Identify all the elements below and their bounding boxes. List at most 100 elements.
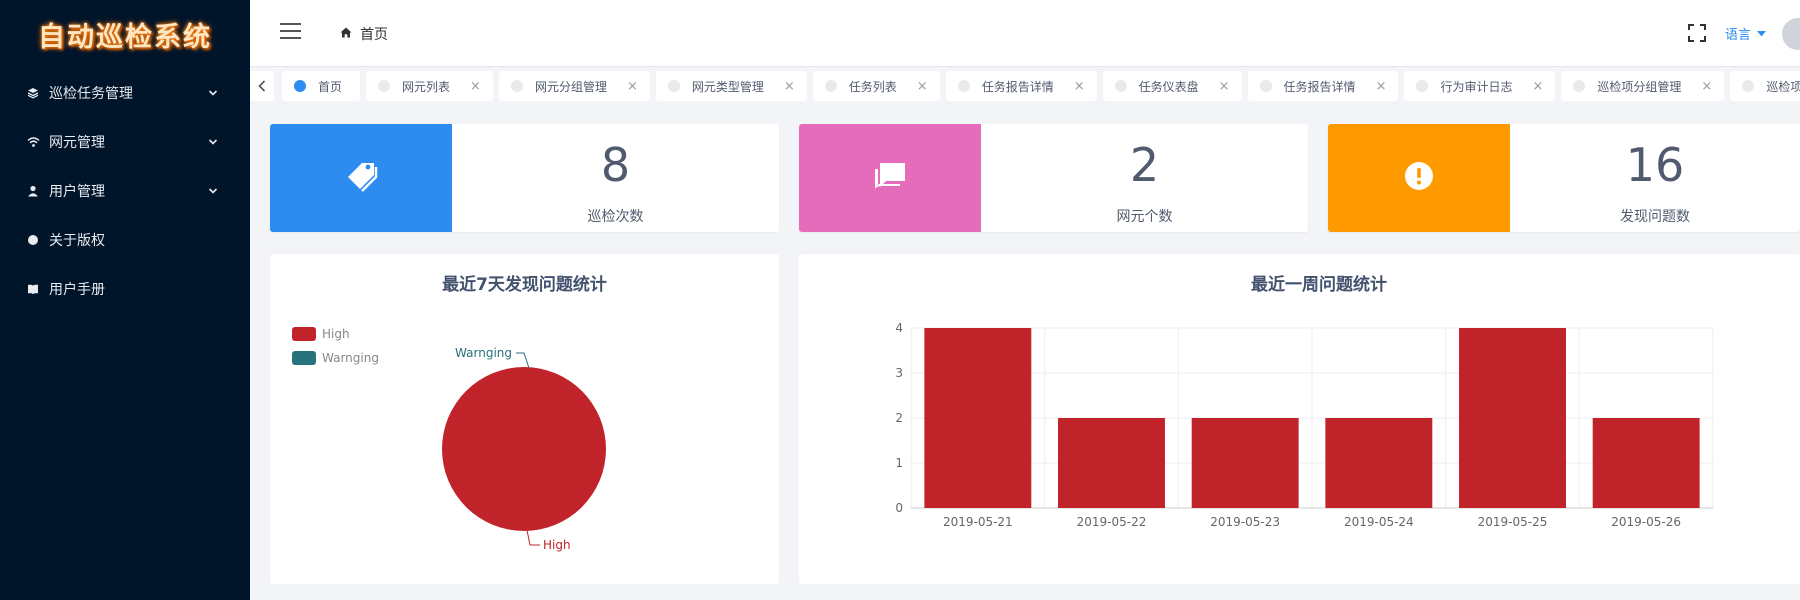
stat-value: 8 xyxy=(600,138,631,192)
x-tick-label: 2019-05-25 xyxy=(1478,515,1548,529)
tab-item[interactable]: 网元列表 × xyxy=(366,71,493,101)
wifi-icon xyxy=(26,135,40,149)
user-icon xyxy=(26,184,40,198)
tab-label: 任务报告详情 xyxy=(1283,79,1356,94)
close-icon[interactable]: × xyxy=(917,79,928,94)
layers-icon xyxy=(26,86,40,100)
tab-status-dot xyxy=(1573,80,1586,92)
stat-label: 巡检次数 xyxy=(587,209,644,225)
y-tick-label: 1 xyxy=(895,456,903,470)
close-icon[interactable]: × xyxy=(1376,79,1387,94)
stat-card-inspections: 8 巡检次数 xyxy=(270,124,779,232)
tab-status-dot xyxy=(667,80,680,92)
sidebar-item-copyright[interactable]: 关于版权 xyxy=(0,215,250,264)
stat-value: 16 xyxy=(1625,138,1685,192)
close-icon[interactable]: × xyxy=(627,79,638,94)
y-tick-label: 3 xyxy=(895,366,903,380)
chevron-down-icon xyxy=(208,86,218,102)
circle-icon xyxy=(26,233,40,247)
language-dropdown[interactable]: 语言 xyxy=(1725,24,1767,43)
close-icon[interactable]: × xyxy=(1701,79,1712,94)
y-tick-label: 4 xyxy=(895,321,903,335)
bar xyxy=(1191,418,1299,508)
close-icon[interactable]: × xyxy=(1532,79,1543,94)
tab-status-dot xyxy=(378,80,391,92)
y-tick-label: 0 xyxy=(895,501,903,515)
caret-down-icon xyxy=(1757,26,1767,41)
bar xyxy=(1058,418,1165,508)
tabs-scroll-left-button[interactable] xyxy=(250,71,274,101)
close-icon[interactable]: × xyxy=(470,79,481,94)
tab-status-dot xyxy=(957,80,970,92)
tab-item[interactable]: 任务仪表盘 × xyxy=(1102,71,1242,101)
tab-status-dot xyxy=(1416,80,1429,92)
book-icon xyxy=(26,282,40,296)
x-tick-label: 2019-05-24 xyxy=(1344,515,1414,529)
y-tick-label: 2 xyxy=(895,411,903,425)
bar xyxy=(924,328,1032,508)
stat-card-issues: 16 发现问题数 xyxy=(1328,124,1800,232)
bar-chart: 0 1 2 3 4 2019-05-21 2019-05-22 2019-05-23 2019-… xyxy=(895,321,1714,529)
close-icon[interactable]: × xyxy=(784,79,795,94)
tab-item[interactable]: 行为审计日志 × xyxy=(1404,71,1556,101)
tab-item[interactable]: 巡检项分组管理 × xyxy=(1561,71,1725,101)
sidebar-item-user-manual[interactable]: 用户手册 xyxy=(0,264,250,313)
tab-label: 巡检项分组管理 xyxy=(1597,79,1682,94)
tab-item[interactable]: 巡检项管理× xyxy=(1730,71,1800,101)
pie-label-line xyxy=(526,529,540,546)
tab-item[interactable]: 首页 xyxy=(282,71,361,101)
tab-status-dot xyxy=(294,80,306,92)
tab-item[interactable]: 任务报告详情 × xyxy=(1247,71,1399,101)
sidebar-item-label: 用户管理 xyxy=(49,183,105,200)
sidebar-item-inspection-tasks[interactable]: 巡检任务管理 xyxy=(0,68,250,117)
tab-item[interactable]: 任务报告详情 × xyxy=(945,71,1097,101)
fullscreen-icon[interactable] xyxy=(1688,24,1706,42)
sidebar-item-label: 用户手册 xyxy=(49,281,105,298)
pie-label: High xyxy=(543,538,571,552)
pie-label: Warnging xyxy=(455,346,512,360)
breadcrumb[interactable]: 首页 xyxy=(340,24,388,44)
x-tick-label: 2019-05-26 xyxy=(1611,515,1681,529)
x-tick-label: 2019-05-23 xyxy=(1210,515,1280,529)
home-icon xyxy=(340,26,352,42)
stat-value: 2 xyxy=(1129,138,1160,192)
bar xyxy=(1325,418,1433,508)
tabs-list: 首页 网元列表 × 网元分组管理 × 网元类型管理 × 任务列表 × 任务报告详情 × 任务仪表盘 × 任… xyxy=(282,71,1800,101)
sidebar-item-label: 网元管理 xyxy=(49,134,105,151)
tab-label: 首页 xyxy=(318,79,343,94)
breadcrumb-home-label: 首页 xyxy=(360,27,388,43)
stat-card-network-elements: 2 网元个数 xyxy=(799,124,1308,232)
chat-icon xyxy=(872,159,908,197)
tab-status-dot xyxy=(1742,80,1755,92)
alert-icon xyxy=(1404,161,1434,195)
tab-item[interactable]: 网元类型管理 × xyxy=(655,71,807,101)
close-icon[interactable]: × xyxy=(1219,79,1230,94)
tab-item[interactable]: 任务列表 × xyxy=(812,71,940,101)
menu-toggle-icon[interactable] xyxy=(280,23,301,39)
tab-label: 任务报告详情 xyxy=(981,79,1054,94)
sidebar-item-users[interactable]: 用户管理 xyxy=(0,166,250,215)
tab-label: 任务仪表盘 xyxy=(1138,79,1199,94)
tab-status-dot xyxy=(824,80,837,92)
close-icon[interactable]: × xyxy=(1074,79,1085,94)
tab-status-dot xyxy=(510,80,523,92)
tab-item[interactable]: 网元分组管理 × xyxy=(498,71,650,101)
stat-icon-box xyxy=(270,124,452,232)
language-label: 语言 xyxy=(1725,28,1752,43)
sidebar-item-network-elements[interactable]: 网元管理 xyxy=(0,117,250,166)
tab-label: 巡检项管理 xyxy=(1766,79,1800,94)
pie-chart: Warnging High xyxy=(442,346,606,552)
tab-status-dot xyxy=(1114,80,1127,92)
tab-status-dot xyxy=(1259,80,1272,92)
chevron-down-icon xyxy=(208,184,218,200)
pie-slice xyxy=(442,367,606,531)
pie-chart-panel: 最近7天发现问题统计 High Warnging Warnging High xyxy=(270,254,779,584)
tags-icon xyxy=(342,157,380,199)
chevron-down-icon xyxy=(208,135,218,151)
avatar[interactable] xyxy=(1782,18,1800,50)
bar xyxy=(1592,418,1700,508)
tab-label: 网元分组管理 xyxy=(534,79,607,94)
x-tick-label: 2019-05-21 xyxy=(943,515,1013,529)
tab-label: 网元列表 xyxy=(402,79,451,94)
bar xyxy=(1459,328,1566,508)
